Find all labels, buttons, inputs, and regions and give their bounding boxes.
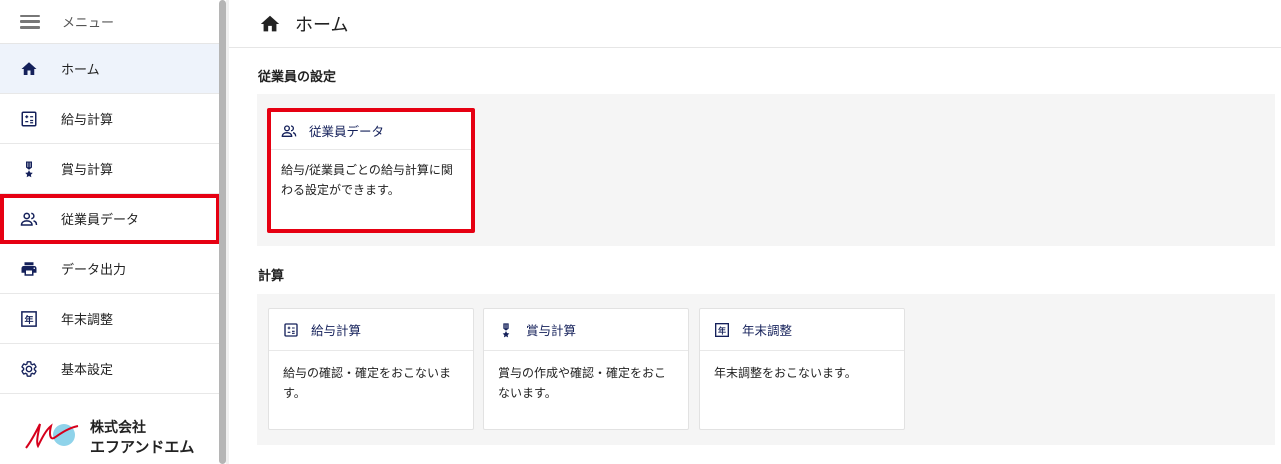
sidebar-item-label: 給与計算 [61, 113, 114, 128]
sidebar-scrollbar[interactable] [219, 0, 226, 464]
calculator-icon [20, 110, 38, 128]
people-icon [281, 123, 297, 139]
printer-icon [20, 260, 38, 278]
people-icon [20, 210, 38, 228]
menu-toggle[interactable]: メニュー [0, 0, 220, 44]
card-title: 賞与計算 [526, 323, 577, 338]
card-employee-data[interactable]: 従業員データ 給与/従業員ごとの給与計算に関わる設定ができます。 [267, 108, 475, 233]
home-icon [20, 60, 38, 78]
sidebar-item-label: ホーム [61, 63, 100, 78]
sidebar-item-label: 従業員データ [61, 213, 140, 228]
section-employee-settings: 従業員データ 給与/従業員ごとの給与計算に関わる設定ができます。 [257, 94, 1275, 246]
sidebar-item-label: 賞与計算 [61, 163, 114, 178]
section-calculation: 給与計算 給与の確認・確定をおこないます。 賞与計算 賞与の作成や確認・確定をお… [257, 294, 1275, 445]
sidebar: メニュー ホーム 給与計算 賞与計算 従業員データ データ出力 年 年末調整 基… [0, 0, 220, 464]
section-title-calculation: 計算 [258, 269, 285, 284]
sidebar-item-label: 基本設定 [61, 363, 114, 378]
menu-label: メニュー [62, 16, 115, 31]
card-payroll[interactable]: 給与計算 給与の確認・確定をおこないます。 [268, 308, 474, 430]
card-description: 年末調整をおこないます。 [714, 366, 857, 380]
sidebar-item-data-output[interactable]: データ出力 [0, 244, 220, 294]
card-description: 給与/従業員ごとの給与計算に関わる設定ができます。 [281, 163, 453, 197]
card-description: 給与の確認・確定をおこないます。 [283, 366, 452, 400]
card-title: 年末調整 [742, 323, 793, 338]
svg-text:年: 年 [718, 325, 726, 335]
sidebar-item-year-end[interactable]: 年 年末調整 [0, 294, 220, 344]
year-icon: 年 [714, 322, 730, 338]
company-logo: 株式会社 エフアンドエム [24, 410, 204, 460]
card-description: 賞与の作成や確認・確定をおこないます。 [498, 366, 667, 400]
card-header: 給与計算 [269, 309, 473, 351]
page-header: ホーム [229, 0, 1281, 48]
svg-text:年: 年 [24, 313, 33, 325]
sidebar-item-label: 年末調整 [61, 313, 114, 328]
hamburger-icon[interactable] [20, 14, 40, 29]
svg-text:株式会社: 株式会社 [90, 419, 146, 436]
card-title: 給与計算 [311, 323, 362, 338]
home-icon [260, 15, 280, 31]
card-title: 従業員データ [309, 124, 385, 139]
svg-text:エフアンドエム: エフアンドエム [90, 438, 194, 456]
page-title: ホーム [295, 14, 349, 36]
main-content: ホーム 従業員の設定 従業員データ 給与/従業員ごとの給与計算に関わる設定ができ… [229, 0, 1281, 464]
card-header: 従業員データ [271, 112, 471, 150]
medal-icon [20, 160, 38, 178]
card-bonus[interactable]: 賞与計算 賞与の作成や確認・確定をおこないます。 [483, 308, 689, 430]
card-year-end[interactable]: 年 年末調整 年末調整をおこないます。 [699, 308, 905, 430]
card-header: 賞与計算 [484, 309, 688, 351]
sidebar-item-label: データ出力 [61, 263, 127, 278]
medal-icon [498, 322, 514, 338]
sidebar-item-home[interactable]: ホーム [0, 44, 220, 94]
sidebar-item-payroll[interactable]: 給与計算 [0, 94, 220, 144]
section-title-employee-settings: 従業員の設定 [258, 70, 337, 85]
sidebar-item-settings[interactable]: 基本設定 [0, 344, 220, 394]
year-icon: 年 [20, 310, 38, 328]
card-header: 年 年末調整 [700, 309, 904, 351]
sidebar-item-bonus[interactable]: 賞与計算 [0, 144, 220, 194]
sidebar-item-employee-data[interactable]: 従業員データ [0, 194, 220, 244]
calculator-icon [283, 322, 299, 338]
gear-icon [20, 360, 38, 378]
